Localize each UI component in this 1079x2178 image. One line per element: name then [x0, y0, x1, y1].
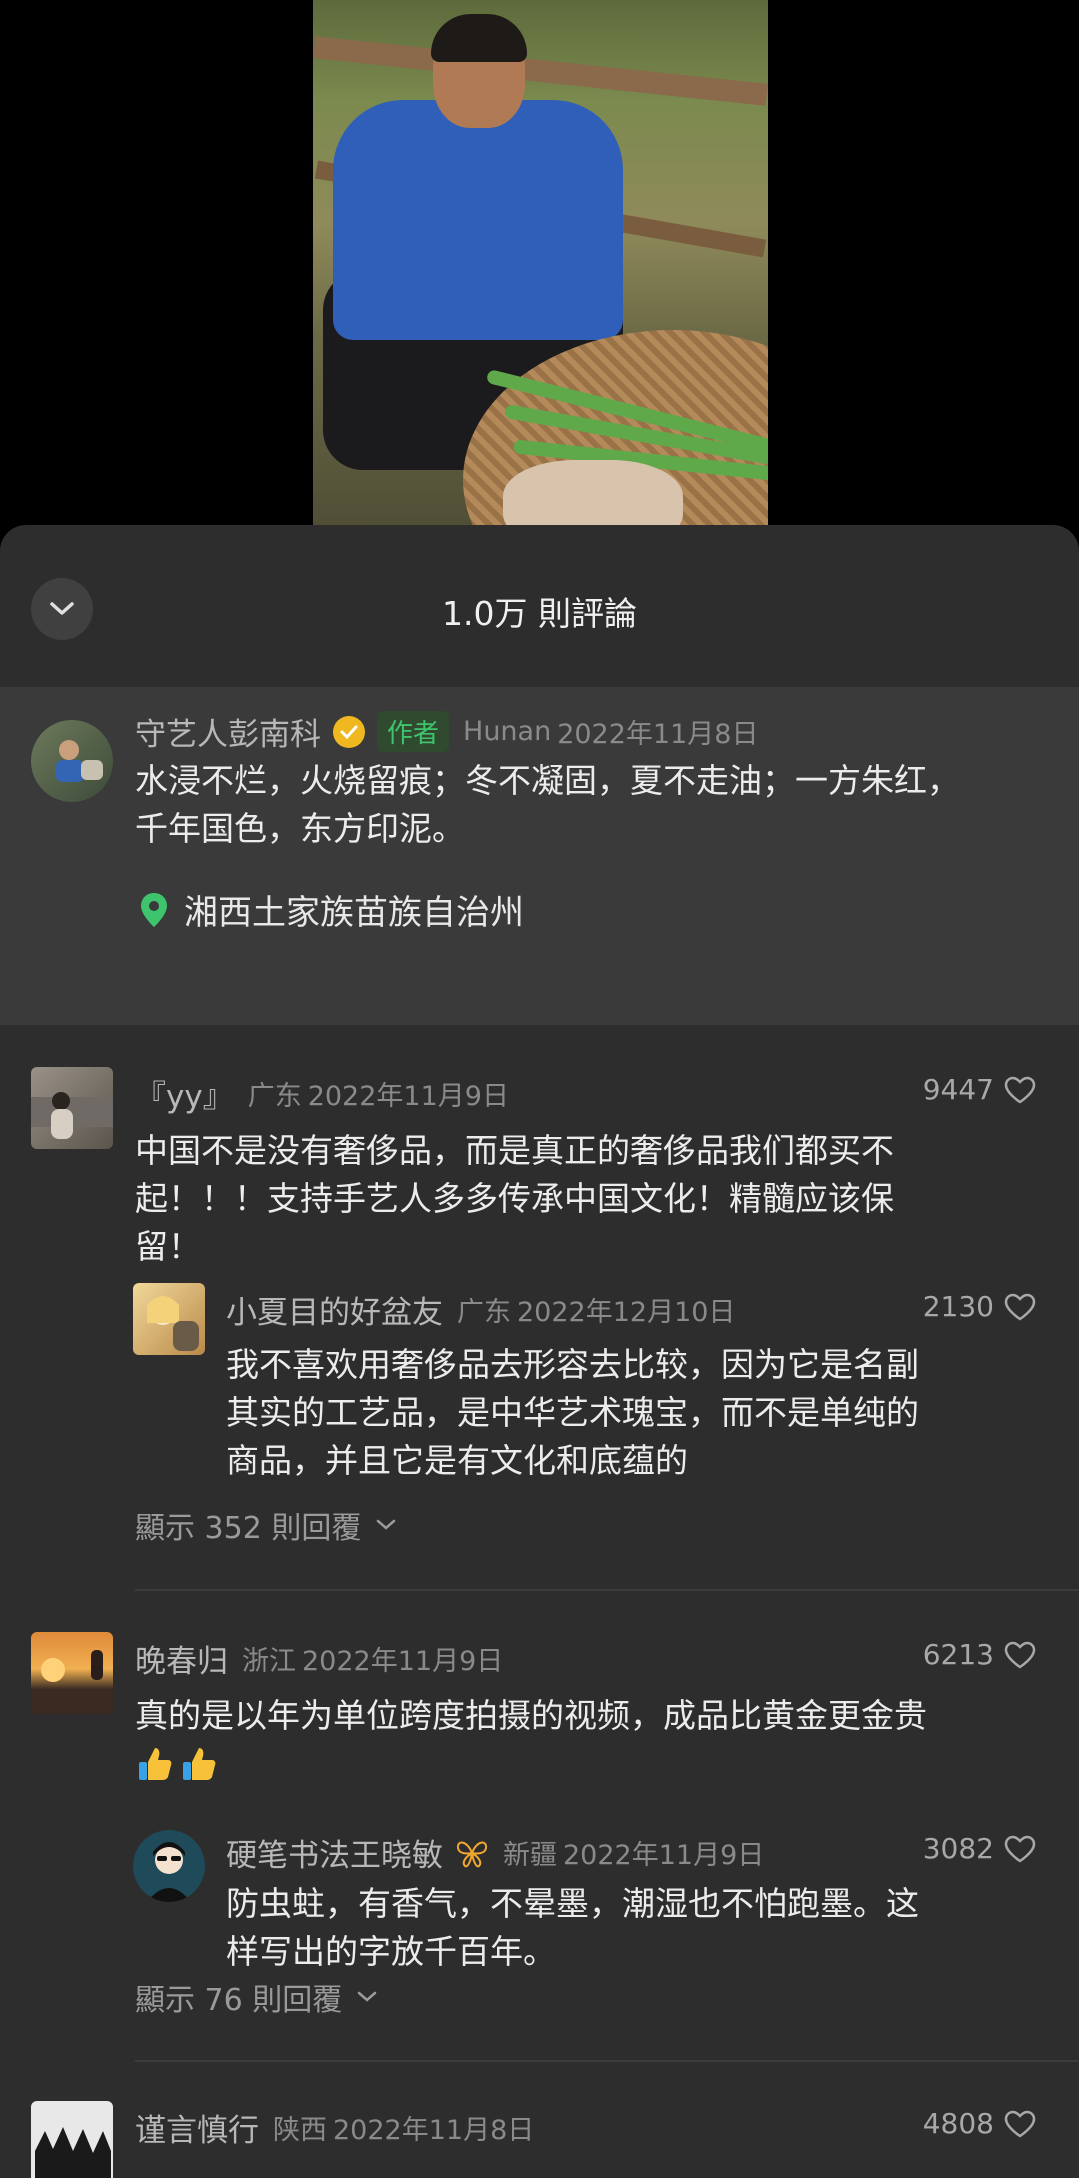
reply-text-line: 商品，并且它是有文化和底蕴的: [226, 1441, 688, 1480]
comment-text-line: 起！！！支持手艺人多多传承中国文化！精髓应该保: [135, 1179, 894, 1218]
video-fence: [313, 36, 768, 106]
video-person: [333, 100, 623, 340]
like-count: 4808: [922, 2107, 994, 2140]
comment-item[interactable]: 『yy』 广东 2022年11月9日 9447 中国不是没有奢侈品，而是真正的奢…: [0, 1025, 1079, 1480]
thumbs-up-icon: [139, 1748, 172, 1780]
video-frame[interactable]: [313, 0, 768, 560]
region: 新疆: [503, 1840, 557, 1871]
avatar[interactable]: [133, 1830, 205, 1902]
reply-meta: 小夏目的好盆友 广东 2022年12月10日: [226, 1287, 735, 1332]
region: 陕西: [273, 2115, 327, 2146]
like-count: 2130: [922, 1290, 994, 1323]
reply-text-line: 我不喜欢用奢侈品去形容去比较，因为它是名副: [226, 1345, 919, 1384]
avatar-image: [147, 1842, 191, 1902]
comment-text-line: 留！: [135, 1227, 201, 1266]
like-button[interactable]: 4808: [923, 2107, 1036, 2140]
chevron-down-icon: [358, 1991, 377, 2002]
heart-icon: [1004, 1835, 1036, 1862]
avatar-image: [31, 1092, 113, 1139]
butterfly-badge-icon: [456, 1841, 488, 1867]
username[interactable]: 小夏目的好盆友: [226, 1287, 443, 1332]
username[interactable]: 『yy』: [135, 1071, 234, 1116]
pinned-author-comment[interactable]: 守艺人彭南科 作者 Hunan 2022年11月8日 水浸不烂，火烧留痕；冬不凝…: [0, 687, 1079, 1025]
location-text: 湘西土家族苗族自治州: [184, 893, 524, 933]
sheet-header: 1.0万 則評論: [0, 525, 1079, 687]
thumbs-up-icon: [183, 1748, 216, 1780]
reply-text-line: 样写出的字放千百年。: [226, 1932, 556, 1971]
date: 2022年12月10日: [517, 1297, 736, 1328]
avatar[interactable]: [31, 720, 113, 802]
comment-meta: 谨言慎行 陕西 2022年11月8日: [135, 2105, 534, 2150]
avatar-image: [41, 1650, 103, 1682]
date: 2022年11月9日: [563, 1840, 765, 1871]
location-pin-icon: [141, 892, 167, 927]
comment-text-line: 中国不是没有奢侈品，而是真正的奢侈品我们都买不: [135, 1131, 894, 1170]
video-person: [431, 14, 527, 62]
show-replies-button[interactable]: 顯示 352 則回覆: [135, 1503, 397, 1547]
region: 广东: [457, 1297, 511, 1328]
reply-text: 我不喜欢用奢侈品去形容去比较，因为它是名副 其实的工艺品，是中华艺术瑰宝，而不是…: [226, 1341, 919, 1485]
region: 广东: [247, 1081, 302, 1112]
heart-icon: [1004, 1076, 1036, 1103]
avatar-image: [35, 2127, 111, 2178]
comment-meta: 晚春归 浙江 2022年11月9日: [135, 1636, 503, 1681]
comment-text-line: 真的是以年为单位跨度拍摄的视频，成品比黄金更金贵: [135, 1696, 927, 1735]
like-button[interactable]: 9447: [923, 1073, 1036, 1106]
comment-meta: 守艺人彭南科 作者 Hunan 2022年11月8日: [135, 709, 758, 754]
comment-text: 中国不是没有奢侈品，而是真正的奢侈品我们都买不 起！！！支持手艺人多多传承中国文…: [135, 1127, 894, 1271]
date: 2022年11月8日: [557, 719, 759, 750]
avatar-image: [147, 1296, 199, 1351]
comments-count-title: 1.0万 則評論: [442, 594, 637, 633]
show-replies-button[interactable]: 顯示 76 則回覆: [135, 1975, 378, 2019]
username[interactable]: 谨言慎行: [135, 2105, 259, 2150]
chevron-down-icon: [377, 1519, 396, 1530]
heart-icon: [1004, 2110, 1036, 2137]
date: 2022年11月8日: [333, 2115, 535, 2146]
comment-text-line: 千年国色，东方印泥。: [135, 809, 465, 848]
username[interactable]: 晚春归: [135, 1636, 228, 1681]
reply-text-line: 防虫蛀，有香气，不晕墨，潮湿也不怕跑墨。这: [226, 1884, 919, 1923]
like-count: 6213: [922, 1638, 994, 1671]
avatar[interactable]: [31, 1067, 113, 1149]
like-button[interactable]: 6213: [923, 1638, 1036, 1671]
comment-text: 水浸不烂，火烧留痕；冬不凝固，夏不走油；一方朱红， 千年国色，东方印泥。: [135, 757, 960, 853]
show-replies-label: 顯示 76 則回覆: [135, 1983, 343, 2018]
like-button[interactable]: 2130: [923, 1290, 1036, 1323]
heart-icon: [1004, 1293, 1036, 1320]
reply-meta: 硬笔书法王晓敏 新疆 2022年11月9日: [226, 1830, 764, 1875]
comment-text-line: 水浸不烂，火烧留痕；冬不凝固，夏不走油；一方朱红，: [135, 761, 960, 800]
comment-text: 真的是以年为单位跨度拍摄的视频，成品比黄金更金贵: [135, 1692, 927, 1788]
heart-icon: [1004, 1641, 1036, 1668]
avatar[interactable]: [31, 2101, 113, 2178]
emoji-row: [135, 1740, 927, 1788]
avatar[interactable]: [133, 1283, 205, 1355]
avatar-image: [55, 740, 103, 782]
like-count: 9447: [922, 1073, 994, 1106]
date: 2022年11月9日: [307, 1081, 509, 1112]
region: 浙江: [242, 1646, 296, 1677]
comments-sheet: 1.0万 則評論 守艺人彭南科 作者 Hunan 2022年11月8日 水浸不烂…: [0, 525, 1079, 2178]
reply-text: 防虫蛀，有香气，不晕墨，潮湿也不怕跑墨。这 样写出的字放千百年。: [226, 1880, 919, 1976]
avatar[interactable]: [31, 1632, 113, 1714]
region: Hunan: [463, 716, 552, 747]
like-button[interactable]: 3082: [923, 1832, 1036, 1865]
comment-item[interactable]: 谨言慎行 陕西 2022年11月8日 4808: [0, 2061, 1079, 2178]
date: 2022年11月9日: [302, 1646, 504, 1677]
verified-badge-icon: [333, 715, 365, 748]
username[interactable]: 守艺人彭南科: [135, 709, 321, 754]
comment-meta: 『yy』 广东 2022年11月9日: [135, 1071, 509, 1116]
location-tag[interactable]: 湘西土家族苗族自治州: [140, 885, 524, 934]
show-replies-label: 顯示 352 則回覆: [135, 1511, 362, 1546]
author-badge: 作者: [377, 711, 450, 752]
video-player[interactable]: [0, 0, 1079, 560]
comment-item[interactable]: 晚春归 浙江 2022年11月9日 6213 真的是以年为单位跨度拍摄的视频，成…: [0, 1590, 1079, 1971]
like-count: 3082: [922, 1832, 994, 1865]
username[interactable]: 硬笔书法王晓敏: [226, 1830, 443, 1875]
reply-text-line: 其实的工艺品，是中华艺术瑰宝，而不是单纯的: [226, 1393, 919, 1432]
